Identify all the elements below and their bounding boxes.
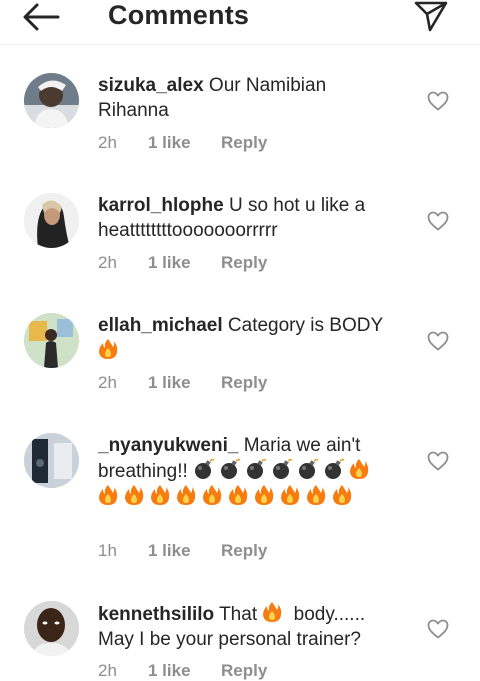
like-button[interactable] — [427, 211, 449, 231]
reply-button[interactable]: Reply — [221, 133, 267, 153]
comment-text: ellah_michael Category is BODY — [98, 313, 398, 364]
avatar[interactable] — [24, 601, 79, 656]
back-button[interactable] — [22, 2, 60, 32]
fire-emoji-icon — [151, 485, 170, 505]
like-button[interactable] — [427, 619, 449, 639]
avatar[interactable] — [24, 193, 79, 248]
comment-likes[interactable]: 1 like — [148, 133, 221, 153]
comment-likes[interactable]: 1 like — [148, 373, 221, 393]
comment-username[interactable]: _nyanyukweni_ — [98, 435, 238, 456]
comment-text: kennethsililo That body...... May I be y… — [98, 601, 398, 652]
comment-body-start: That — [219, 604, 258, 625]
heart-icon — [427, 211, 449, 231]
avatar[interactable] — [24, 433, 79, 488]
paper-plane-icon — [414, 1, 448, 32]
reply-button[interactable]: Reply — [221, 661, 267, 681]
fire-emoji-icon — [350, 459, 369, 479]
arrow-left-icon — [23, 3, 60, 31]
bomb-emoji-icon — [325, 458, 345, 479]
fire-emoji-icon — [99, 485, 118, 505]
emoji-line — [98, 338, 398, 364]
comment-text: sizuka_alex Our Namibian Rihanna — [98, 73, 398, 123]
comment-time: 2h — [98, 373, 117, 392]
page-title: Comments — [108, 0, 250, 30]
header-divider — [0, 44, 480, 45]
fire-emoji-icon — [177, 485, 196, 505]
like-button[interactable] — [427, 451, 449, 471]
comment-time: 2h — [98, 133, 117, 152]
avatar[interactable] — [24, 313, 79, 368]
comment-text: _nyanyukweni_ Maria we ain't breathing!! — [98, 433, 398, 510]
bomb-emoji-icon — [273, 458, 293, 479]
bomb-emoji-icon — [299, 458, 319, 479]
comment-username[interactable]: karrol_hlophe — [98, 195, 224, 216]
bomb-emoji-icon — [221, 458, 241, 479]
comment-time: 2h — [98, 253, 117, 272]
comment-meta: 1h 1 like Reply — [98, 541, 267, 561]
comment-meta: 2h 1 like Reply — [98, 373, 267, 393]
fire-emoji-icon — [229, 485, 248, 505]
comment-time: 1h — [98, 541, 117, 560]
heart-icon — [427, 619, 449, 639]
comment-meta: 2h 1 like Reply — [98, 253, 267, 273]
share-button[interactable] — [413, 0, 449, 32]
fire-emoji-icon — [255, 485, 274, 505]
heart-icon — [427, 91, 449, 111]
bomb-emoji-icon — [247, 458, 267, 479]
comment-text: karrol_hlophe U so hot u like a heattttt… — [98, 193, 398, 243]
reply-button[interactable]: Reply — [221, 541, 267, 561]
reply-button[interactable]: Reply — [221, 373, 267, 393]
avatar[interactable] — [24, 73, 79, 128]
comment-time: 2h — [98, 661, 117, 680]
fire-emoji-icon — [203, 485, 222, 505]
fire-emoji-icon — [307, 485, 326, 505]
comment-likes[interactable]: 1 like — [148, 253, 221, 273]
fire-emoji-icon — [263, 602, 282, 622]
comment-username[interactable]: kennethsililo — [98, 604, 214, 625]
heart-icon — [427, 331, 449, 351]
heart-icon — [427, 451, 449, 471]
comment-body: Category is BODY — [227, 315, 384, 336]
like-button[interactable] — [427, 91, 449, 111]
bomb-emoji-icon — [195, 458, 215, 479]
header: Comments — [0, 0, 480, 36]
comment-username[interactable]: sizuka_alex — [98, 75, 204, 96]
fire-emoji-icon — [125, 485, 144, 505]
like-button[interactable] — [427, 331, 449, 351]
comment-meta: 2h 1 like Reply — [98, 133, 267, 153]
comment-likes[interactable]: 1 like — [148, 661, 221, 681]
comment-meta: 2h 1 like Reply — [98, 661, 267, 681]
fire-emoji-icon — [333, 485, 352, 505]
comment-username[interactable]: ellah_michael — [98, 315, 223, 336]
comment-likes[interactable]: 1 like — [148, 541, 221, 561]
reply-button[interactable]: Reply — [221, 253, 267, 273]
fire-emoji-icon — [281, 485, 300, 505]
fire-emoji-icon — [99, 339, 118, 359]
